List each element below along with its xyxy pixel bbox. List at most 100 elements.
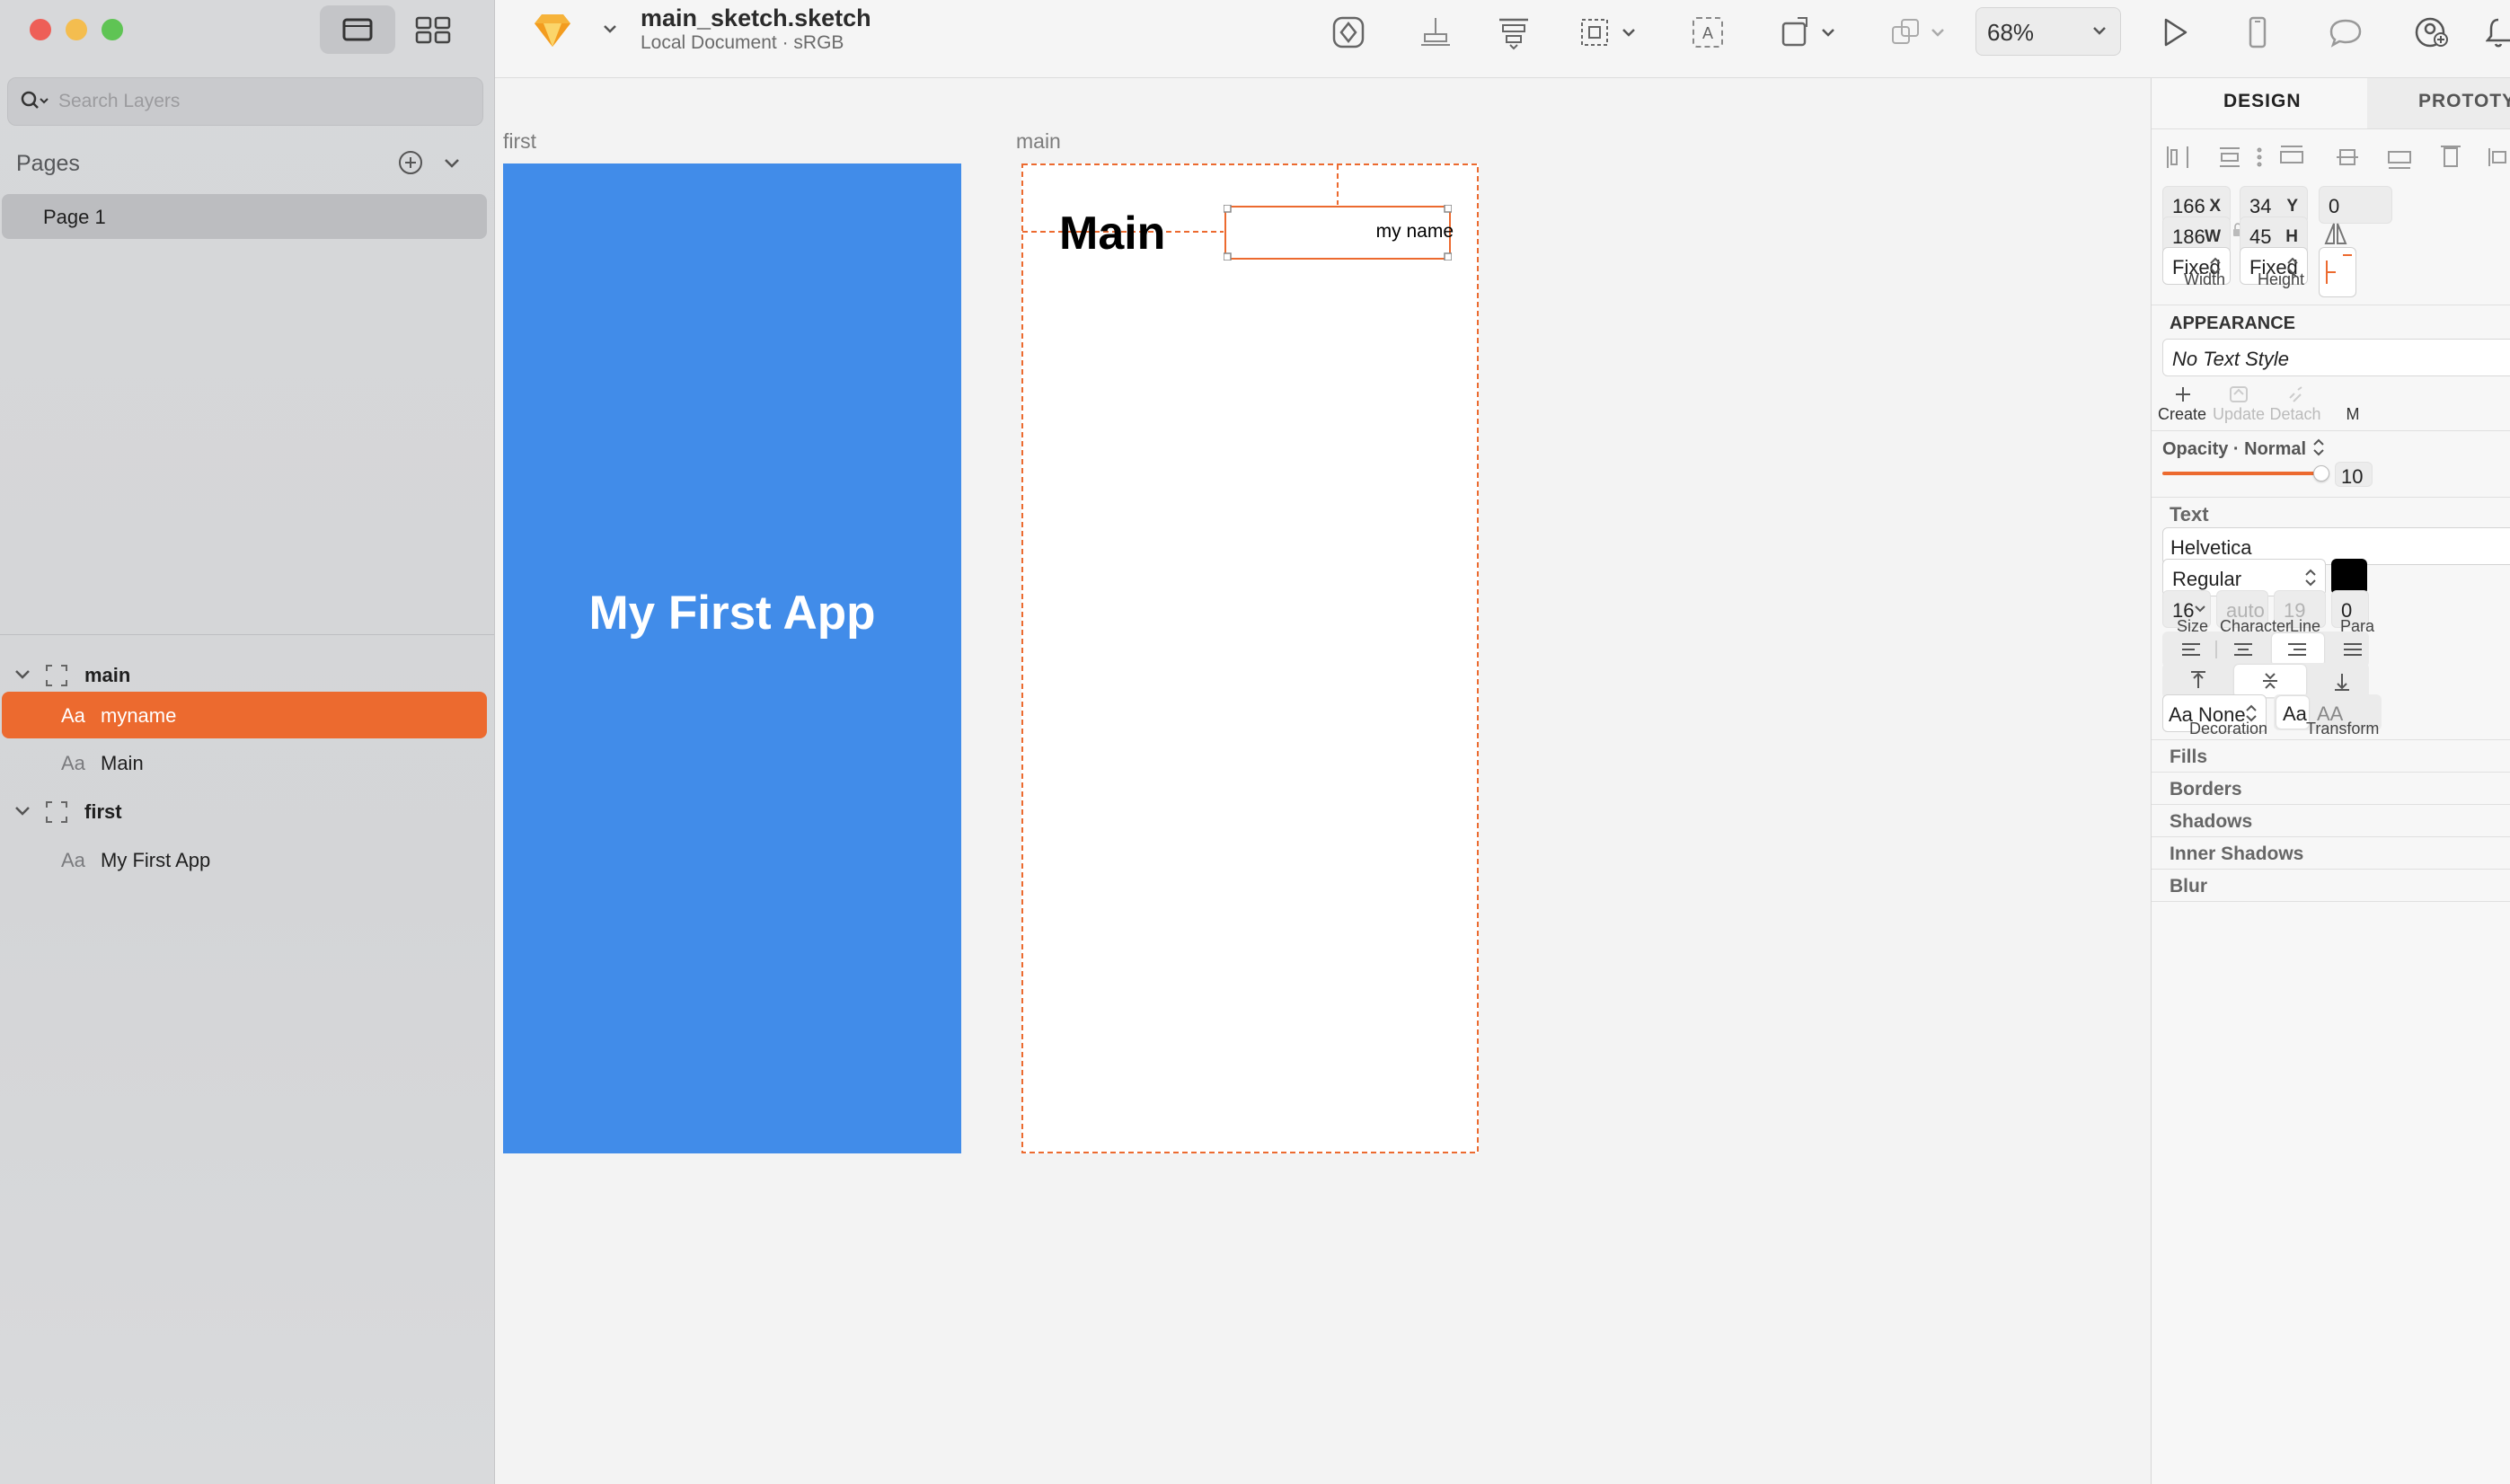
page-item-page-1[interactable]: Page 1 xyxy=(2,194,487,239)
opacity-slider-track[interactable] xyxy=(2162,472,2320,475)
distribute-icon[interactable] xyxy=(1496,14,1532,50)
create-frame-icon[interactable] xyxy=(1577,14,1613,50)
decoration-caption: Decoration xyxy=(2189,720,2268,738)
shadows-section[interactable]: Shadows xyxy=(2170,811,2252,833)
text-section-title: Text xyxy=(2170,503,2209,526)
add-collaborator-icon[interactable] xyxy=(2414,14,2450,50)
x-value: 166 xyxy=(2172,195,2205,217)
more-style-label[interactable]: M xyxy=(2317,405,2389,424)
tab-design-label: DESIGN xyxy=(2223,91,2302,111)
divider xyxy=(0,634,494,635)
text-style-select[interactable]: No Text Style xyxy=(2162,339,2510,376)
text-layer-icon: Aa xyxy=(61,849,85,871)
align-bottom-icon[interactable] xyxy=(1418,14,1454,50)
search-placeholder: Search Layers xyxy=(58,91,181,111)
transform-option[interactable]: Aa xyxy=(2283,702,2307,726)
rotate-icon[interactable] xyxy=(1776,14,1812,50)
divider xyxy=(2152,739,2510,740)
my-first-app-text[interactable]: My First App xyxy=(503,586,961,640)
blur-section[interactable]: Blur xyxy=(2170,876,2207,897)
layer-label: Main xyxy=(101,752,144,774)
myname-text[interactable]: my name xyxy=(1376,221,1454,243)
chevron-down-icon[interactable] xyxy=(1620,23,1638,41)
resizing-constraints-widget[interactable] xyxy=(2319,247,2356,297)
notifications-icon[interactable] xyxy=(2486,14,2510,50)
font-family-value: Helvetica xyxy=(2170,536,2252,559)
grid-view-button[interactable] xyxy=(395,5,471,54)
chevron-down-icon[interactable] xyxy=(440,151,464,174)
text-tool-icon[interactable]: A xyxy=(1690,14,1726,50)
rotation-value: 0 xyxy=(2329,195,2340,217)
w-key: W xyxy=(2205,227,2221,246)
divider xyxy=(2152,772,2510,773)
zoom-select[interactable]: 68% xyxy=(1975,7,2121,56)
create-symbol-icon[interactable] xyxy=(1330,14,1366,50)
artboard-first-label[interactable]: first xyxy=(503,129,536,154)
add-page-icon[interactable] xyxy=(397,149,424,176)
toolbar: main_sketch.sketch Local Document · sRGB… xyxy=(495,0,2510,78)
font-weight-value: Regular xyxy=(2172,568,2242,590)
search-layers-input[interactable]: Search Layers xyxy=(7,77,483,126)
layer-label: My First App xyxy=(101,849,211,871)
divider xyxy=(2152,869,2510,870)
artboard-icon xyxy=(46,665,67,686)
chevron-down-icon[interactable] xyxy=(1819,23,1837,41)
constraints-icon xyxy=(2326,254,2352,284)
canvas-view-icon xyxy=(342,18,373,41)
document-subtitle: Local Document · sRGB xyxy=(641,32,844,53)
y-value: 34 xyxy=(2249,195,2272,217)
divider xyxy=(2152,901,2510,902)
chevron-down-icon[interactable] xyxy=(1929,23,1947,41)
comment-icon[interactable] xyxy=(2328,14,2364,50)
rotation-input[interactable]: 0 xyxy=(2319,186,2392,224)
fills-section[interactable]: Fills xyxy=(2170,746,2207,768)
text-alignment-control[interactable] xyxy=(2162,632,2369,667)
text-align-icons xyxy=(2182,640,2362,658)
update-style-icon[interactable] xyxy=(2225,384,2252,405)
search-icon xyxy=(21,91,49,109)
chevron-down-icon[interactable] xyxy=(14,667,31,682)
flip-icon[interactable] xyxy=(2322,220,2349,247)
width-caption: Width xyxy=(2184,270,2226,288)
transform-caption: Transform xyxy=(2306,720,2380,738)
window-close-button[interactable] xyxy=(30,19,51,40)
tab-prototype-label: PROTOTYPE xyxy=(2418,91,2510,111)
alignment-toolbar[interactable] xyxy=(2166,141,2510,173)
artboard-main[interactable]: Main my name xyxy=(1021,163,1479,1153)
artboard-main-label[interactable]: main xyxy=(1016,129,1061,154)
chevron-down-icon[interactable] xyxy=(601,20,619,38)
layer-my-first-app-text[interactable]: Aa My First App xyxy=(2,836,487,883)
opacity-value: 10 xyxy=(2341,465,2364,488)
opacity-blend-select[interactable]: Opacity · Normal xyxy=(2162,437,2326,460)
opacity-input[interactable]: 10 xyxy=(2335,462,2373,488)
boolean-icon[interactable] xyxy=(1887,14,1923,50)
layer-label: main xyxy=(84,664,131,686)
window-zoom-button[interactable] xyxy=(102,19,123,40)
borders-section[interactable]: Borders xyxy=(2170,779,2242,800)
mirror-device-icon[interactable] xyxy=(2240,14,2276,50)
layer-myname-text[interactable]: Aa myname xyxy=(2,692,487,738)
inner-shadows-section[interactable]: Inner Shadows xyxy=(2170,844,2303,865)
artboard-first[interactable]: My First App xyxy=(503,163,961,1153)
text-layer-icon: Aa xyxy=(61,752,85,774)
vertical-alignment-control[interactable] xyxy=(2162,663,2369,699)
stepper-icon xyxy=(2305,569,2316,587)
play-icon[interactable] xyxy=(2155,14,2191,50)
layer-first-artboard[interactable]: first xyxy=(2,788,487,835)
text-color-swatch[interactable] xyxy=(2331,559,2367,595)
document-title: main_sketch.sketch xyxy=(641,4,871,31)
text-layer-icon: Aa xyxy=(61,704,85,727)
layer-main-text[interactable]: Aa Main xyxy=(2,739,487,786)
opacity-slider-thumb[interactable] xyxy=(2313,465,2329,481)
chevron-down-icon xyxy=(2093,27,2106,35)
appearance-title: APPEARANCE xyxy=(2170,314,2296,333)
main-heading-text[interactable]: Main xyxy=(1059,207,1165,261)
detach-style-icon[interactable] xyxy=(2283,384,2310,405)
sketch-logo-icon[interactable] xyxy=(531,11,574,50)
chevron-down-icon[interactable] xyxy=(14,804,31,818)
create-style-icon[interactable] xyxy=(2170,384,2196,405)
artboard-icon xyxy=(46,801,67,823)
canvas-view-button[interactable] xyxy=(320,5,395,54)
window-minimize-button[interactable] xyxy=(66,19,87,40)
grid-view-icon xyxy=(415,16,451,44)
